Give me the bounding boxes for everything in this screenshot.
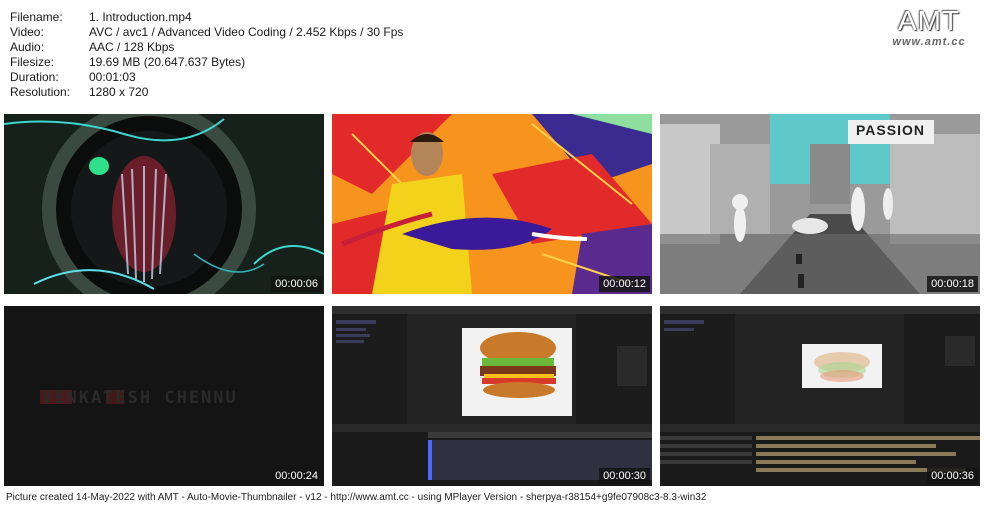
info-value: 1280 x 720 [89, 85, 149, 99]
thumbnail-image [4, 114, 324, 294]
thumbnail-2[interactable]: 00:00:12 [332, 114, 652, 294]
timestamp: 00:00:24 [271, 468, 322, 484]
thumbnail-4[interactable]: VENKATESH CHENNU 00:00:24 [4, 306, 324, 486]
amt-logo: AMT www.amt.cc [884, 5, 974, 49]
logo-text: AMT [897, 5, 961, 36]
info-row-audio: Audio: AAC / 128 Kbps [10, 40, 403, 55]
footer-text: Picture created 14-May-2022 with AMT - A… [6, 492, 707, 503]
info-label: Duration: [10, 70, 59, 84]
info-label: Video: [10, 25, 44, 39]
info-row-filename: Filename: 1. Introduction.mp4 [10, 10, 403, 25]
thumbnail-5[interactable]: 00:00:30 [332, 306, 652, 486]
info-value: AVC / avc1 / Advanced Video Coding / 2.4… [89, 25, 404, 39]
thumbnail-grid: 00:00:06 00:00:12 PASSION 00:00:18 VENKA… [4, 114, 984, 488]
info-row-filesize: Filesize: 19.69 MB (20.647.637 Bytes) [10, 55, 403, 70]
thumbnail-image [332, 114, 652, 294]
frame-caption: VENKATESH CHENNU [42, 388, 238, 408]
logo-url: www.amt.cc [892, 36, 966, 48]
timestamp: 00:00:30 [599, 468, 650, 484]
thumbnail-image [660, 306, 980, 486]
frame-caption: PASSION [856, 122, 925, 138]
info-row-duration: Duration: 00:01:03 [10, 70, 403, 85]
info-row-video: Video: AVC / avc1 / Advanced Video Codin… [10, 25, 403, 40]
timestamp: 00:00:36 [927, 468, 978, 484]
info-value: 19.69 MB (20.647.637 Bytes) [89, 55, 246, 69]
info-label: Resolution: [10, 85, 71, 99]
info-row-resolution: Resolution: 1280 x 720 [10, 85, 403, 100]
info-value: 00:01:03 [89, 70, 136, 84]
thumbnail-3[interactable]: PASSION 00:00:18 [660, 114, 980, 294]
thumbnail-6[interactable]: 00:00:36 [660, 306, 980, 486]
thumbnail-1[interactable]: 00:00:06 [4, 114, 324, 294]
thumbnail-image [660, 114, 980, 294]
file-info: Filename: 1. Introduction.mp4 Video: AVC… [10, 10, 403, 100]
info-label: Filesize: [10, 55, 55, 69]
info-label: Audio: [10, 40, 45, 54]
timestamp: 00:00:12 [599, 276, 650, 292]
timestamp: 00:00:18 [927, 276, 978, 292]
timestamp: 00:00:06 [271, 276, 322, 292]
info-label: Filename: [10, 10, 63, 24]
thumbnail-image [332, 306, 652, 486]
info-value: AAC / 128 Kbps [89, 40, 175, 54]
info-value: 1. Introduction.mp4 [89, 10, 192, 24]
